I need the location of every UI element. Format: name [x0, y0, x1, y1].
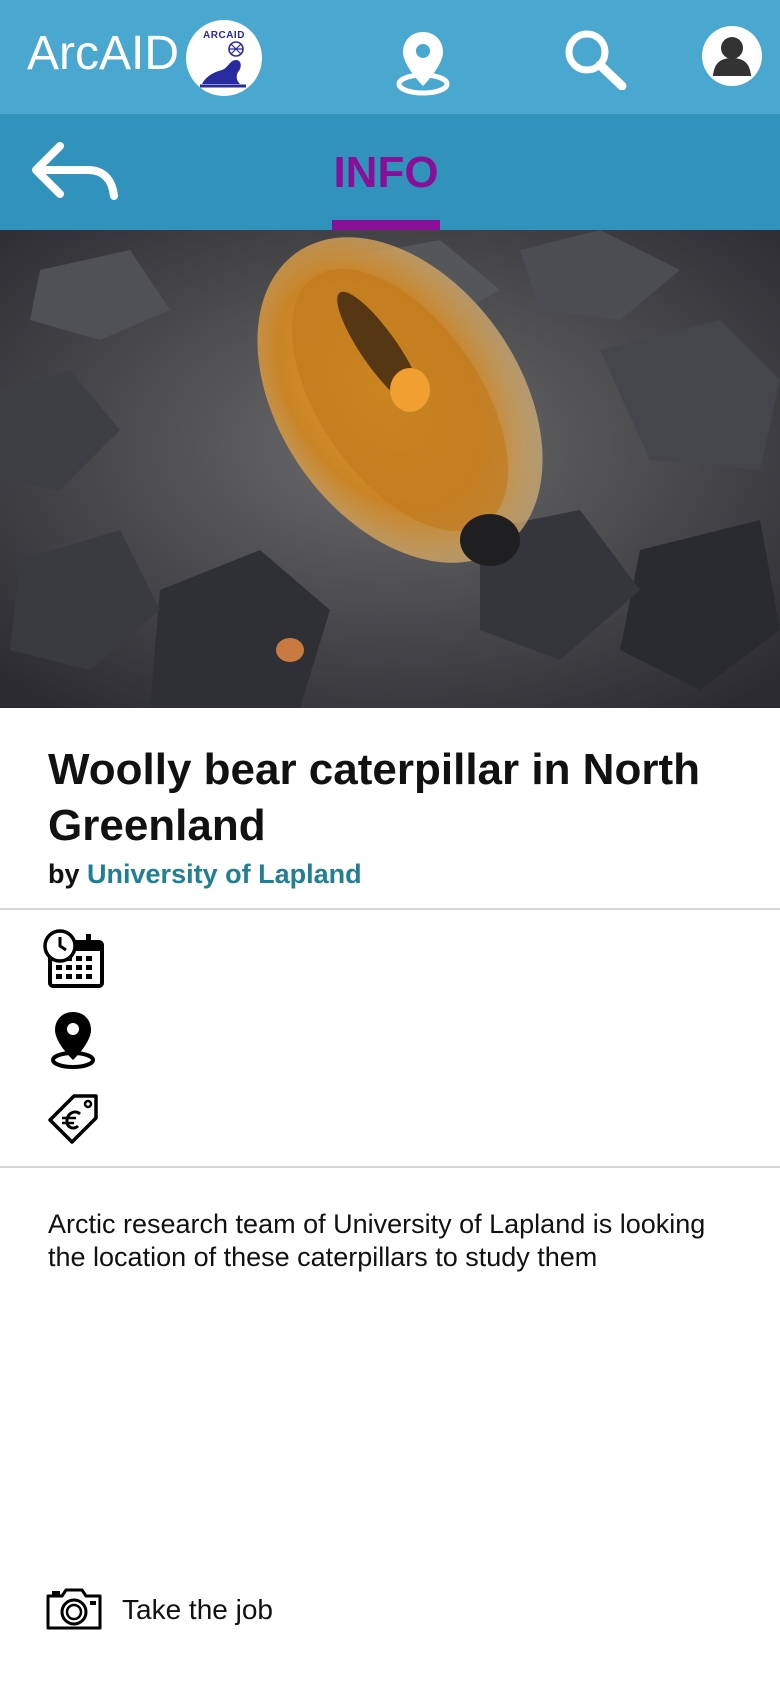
job-title: Woolly bear caterpillar in North Greenla…: [48, 745, 700, 850]
divider-bottom: [0, 1166, 780, 1168]
location-pin-icon: [51, 1012, 95, 1069]
seal-logo-icon: [200, 41, 246, 88]
back-arrow-icon[interactable]: [30, 140, 120, 206]
camera-icon[interactable]: [44, 1586, 104, 1632]
organization-link[interactable]: University of Lapland: [87, 859, 362, 889]
active-tab-indicator: [332, 220, 440, 230]
tab-info[interactable]: INFO: [332, 138, 440, 208]
search-icon[interactable]: [562, 28, 628, 90]
app-logo[interactable]: ARCAID: [186, 20, 262, 96]
user-icon[interactable]: [702, 26, 762, 86]
byline: by University of Lapland: [48, 856, 362, 892]
job-photo: [0, 230, 780, 708]
top-app-bar: ArcAID ARCAID: [0, 0, 780, 114]
calendar-clock-icon: [43, 929, 104, 988]
byline-prefix: by: [48, 859, 80, 889]
job-description: Arctic research team of University of La…: [48, 1209, 706, 1272]
euro-tag-icon: [48, 1094, 98, 1144]
take-job-button[interactable]: Take the job: [122, 1590, 273, 1630]
caterpillar-photo-illustration: [0, 230, 780, 708]
divider-top: [0, 908, 780, 910]
app-title: ArcAID: [27, 27, 180, 80]
map-pin-icon[interactable]: [394, 28, 452, 96]
